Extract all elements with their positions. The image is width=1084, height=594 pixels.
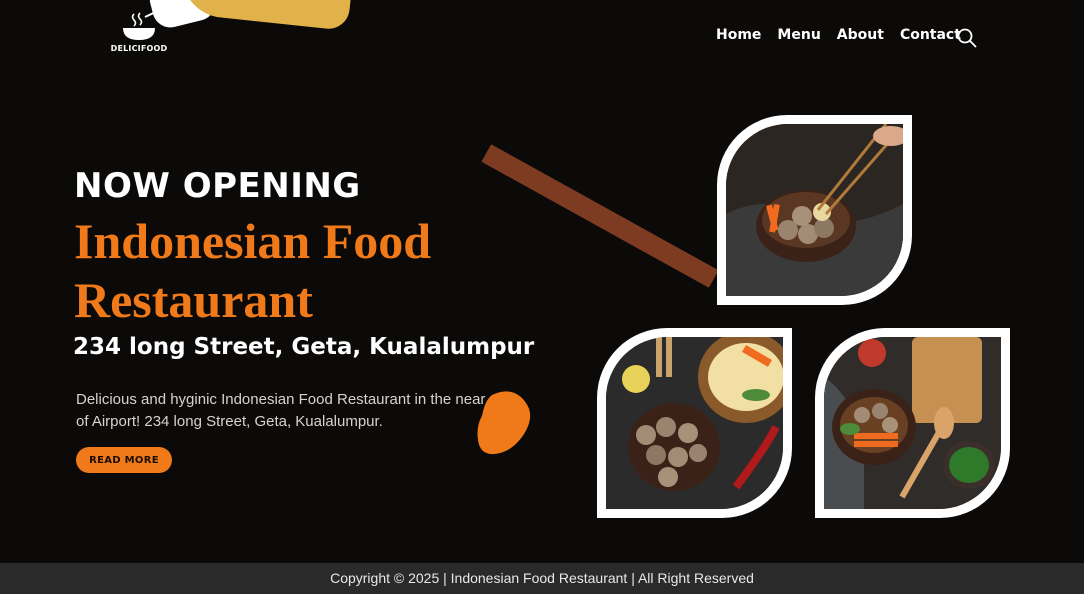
food-illustration xyxy=(824,337,1001,509)
nav-about[interactable]: About xyxy=(837,27,884,43)
logo-text: DELICIFOOD xyxy=(110,44,168,53)
bowl-icon xyxy=(123,12,155,40)
logo[interactable]: DELICIFOOD xyxy=(108,12,170,53)
footer: Copyright © 2025 | Indonesian Food Resta… xyxy=(0,563,1084,594)
hero-title: Indonesian Food Restaurant xyxy=(74,213,432,328)
orange-blob-decoration xyxy=(477,391,531,455)
nav-home[interactable]: Home xyxy=(716,27,761,43)
food-tile-2 xyxy=(597,328,792,518)
main-nav: Home Menu About Contact xyxy=(716,27,961,43)
meatballs-noodles-image xyxy=(606,337,783,509)
nav-menu[interactable]: Menu xyxy=(777,27,820,43)
hero-kicker: NOW OPENING xyxy=(74,166,361,206)
food-tile-3 xyxy=(815,328,1010,518)
food-tile-1 xyxy=(717,115,912,305)
hero-address: 234 long Street, Geta, Kualalumpur xyxy=(73,334,535,360)
food-illustration xyxy=(606,337,783,509)
food-illustration xyxy=(726,124,903,296)
search-icon[interactable] xyxy=(957,28,977,48)
meatball-bowl-chopsticks-image xyxy=(726,124,903,296)
meatball-soup-table-image xyxy=(824,337,1001,509)
chopstick-decoration xyxy=(481,144,719,288)
copyright-text: Copyright © 2025 | Indonesian Food Resta… xyxy=(330,570,754,586)
hero-description: Delicious and hyginic Indonesian Food Re… xyxy=(76,391,486,430)
read-more-button[interactable]: READ MORE xyxy=(76,447,172,473)
nav-contact[interactable]: Contact xyxy=(900,27,961,43)
